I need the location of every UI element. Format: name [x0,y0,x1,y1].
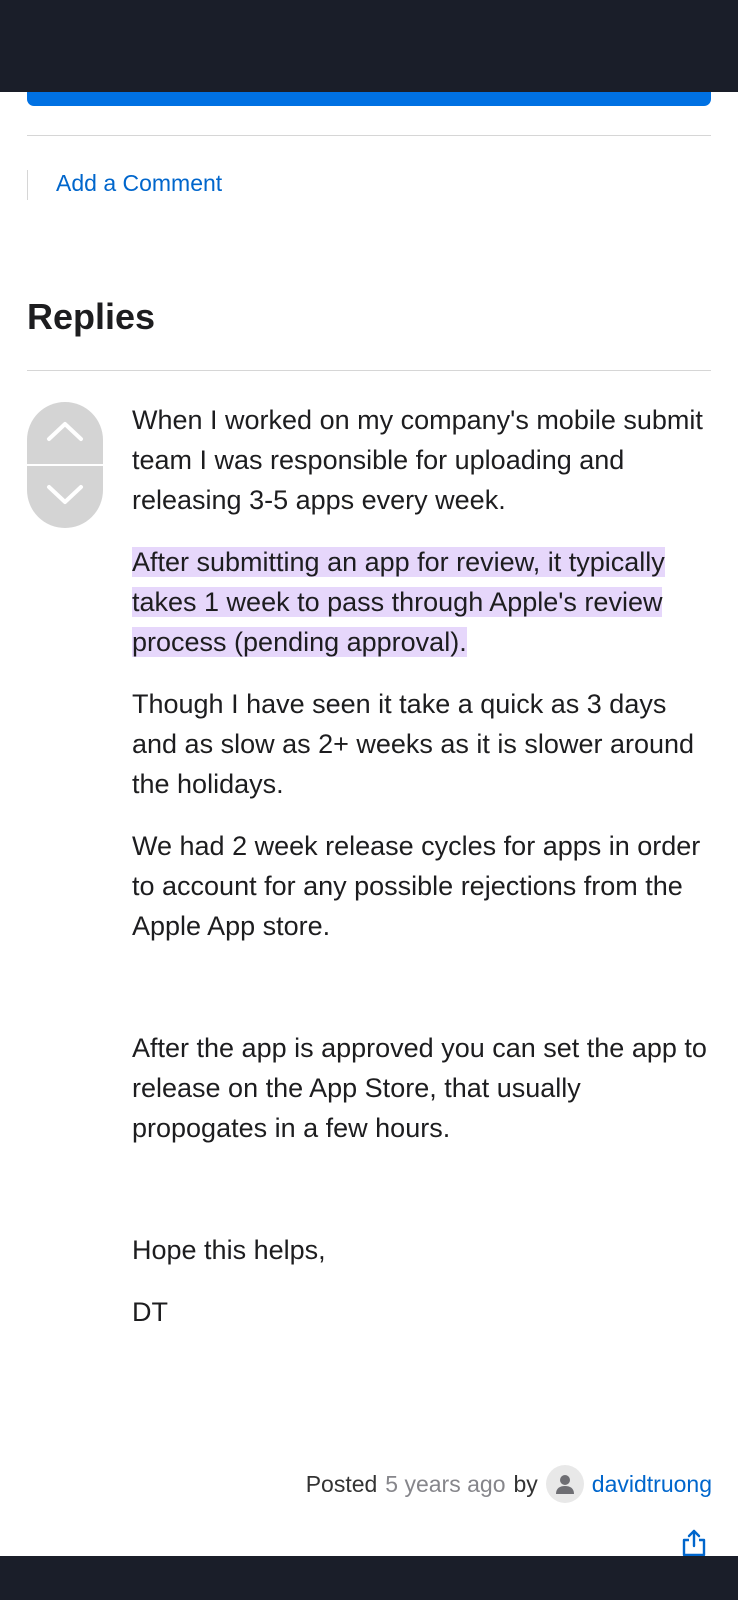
chevron-up-icon [46,420,84,447]
bottom-bar [0,1556,738,1600]
downvote-button[interactable] [27,466,103,528]
primary-button-edge[interactable] [27,92,711,106]
divider [27,370,711,371]
highlighted-text: After submitting an app for review, it t… [132,547,665,657]
upvote-button[interactable] [27,402,103,464]
post-time: 5 years ago [385,1470,506,1497]
vote-control [27,402,103,528]
reply-signature: DT [132,1297,168,1327]
reply-paragraph: After the app is approved you can set th… [132,1033,707,1143]
add-comment-link[interactable]: Add a Comment [56,170,222,197]
user-icon [545,1465,584,1503]
reply-body: When I worked on my company's mobile sub… [132,400,712,1332]
reply-paragraph: Hope this helps, [132,1235,326,1265]
author-link[interactable]: davidtruong [592,1471,712,1498]
reply-paragraph: Though I have seen it take a quick as 3 … [132,689,695,799]
reply-paragraph: When I worked on my company's mobile sub… [132,405,703,515]
reply-paragraph: We had 2 week release cycles for apps in… [132,831,701,941]
reply-paragraph-highlighted: After submitting an app for review, it t… [132,542,712,662]
divider [27,135,711,136]
by-label: by [513,1470,538,1497]
post-meta: Posted 5 years ago by davidtruong [306,1465,712,1503]
comment-bar-line [27,170,28,200]
chevron-down-icon [46,484,84,511]
posted-label: Posted [305,1470,378,1497]
replies-heading: Replies [27,296,156,337]
share-icon[interactable] [680,1528,708,1558]
top-bar [0,0,738,92]
